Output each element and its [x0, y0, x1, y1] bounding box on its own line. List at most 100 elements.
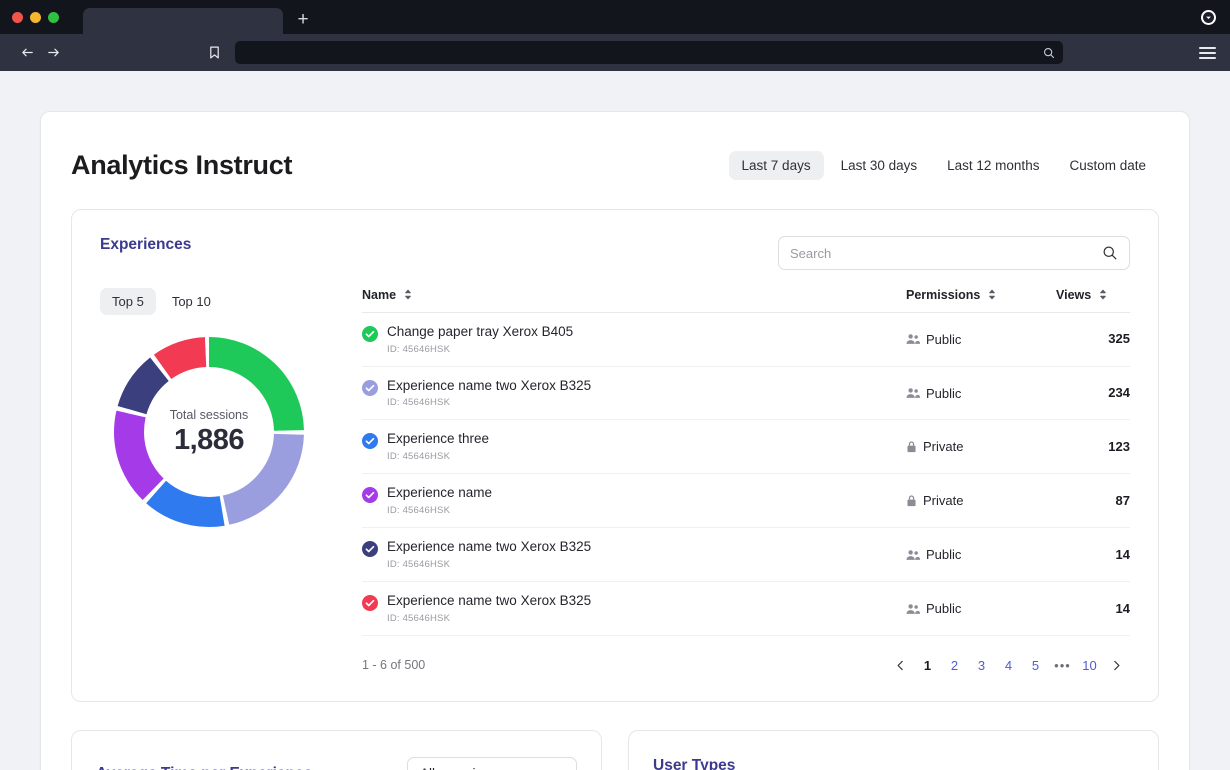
table-row[interactable]: Change paper tray Xerox B405 ID: 45646HS…: [362, 312, 1130, 367]
range-tab-last-12-months[interactable]: Last 12 months: [934, 151, 1052, 180]
experience-name: Experience name two Xerox B325: [387, 539, 592, 555]
permission-badge: Public: [906, 332, 1056, 347]
url-bar[interactable]: [235, 41, 1063, 64]
experience-name-cell: Experience name two Xerox B325 ID: 45646…: [362, 593, 906, 624]
column-header-views[interactable]: Views: [1056, 288, 1130, 313]
column-header-name[interactable]: Name: [362, 288, 906, 313]
permission-label: Public: [926, 331, 962, 347]
forward-arrow-icon[interactable]: [40, 40, 66, 66]
pagination-controls: 1 2 3 4 5 ••• 10: [887, 652, 1130, 679]
status-check-icon: [362, 487, 378, 504]
table-row[interactable]: Experience name ID: 45646HSK Private 87: [362, 473, 1130, 529]
pagination-page-2[interactable]: 2: [941, 652, 968, 679]
maximize-window-button[interactable]: [48, 11, 59, 23]
experience-name: Change paper tray Xerox B405: [387, 323, 574, 339]
toggle-top-10[interactable]: Top 10: [160, 288, 223, 315]
search-input[interactable]: [790, 245, 1094, 261]
experience-name-cell: Experience three ID: 45646HSK: [362, 431, 906, 462]
experiences-card-body: Top 5 Top 10 Total sessions 1,886 Name P…: [100, 288, 1130, 679]
table-row[interactable]: Experience name two Xerox B325 ID: 45646…: [362, 581, 1130, 636]
range-tab-last-30-days[interactable]: Last 30 days: [828, 151, 931, 180]
status-check-icon: [362, 595, 378, 612]
cell-views: 123: [1056, 419, 1130, 475]
permission-badge: Public: [906, 601, 1056, 616]
minimize-window-button[interactable]: [30, 11, 41, 23]
permission-badge: Public: [906, 386, 1056, 401]
browser-tab-bar: +: [0, 0, 1230, 34]
table-row[interactable]: Experience name two Xerox B325 ID: 45646…: [362, 527, 1130, 583]
hamburger-menu-icon[interactable]: [1199, 46, 1216, 59]
permission-badge: Private: [906, 493, 1056, 508]
status-check-icon: [362, 325, 378, 342]
table-row[interactable]: Experience three ID: 45646HSK Private 12…: [362, 419, 1130, 475]
pagination-page-3[interactable]: 3: [968, 652, 995, 679]
sort-icon[interactable]: [988, 289, 996, 303]
experience-name: Experience name two Xerox B325: [387, 593, 592, 609]
range-tab-custom-date[interactable]: Custom date: [1056, 151, 1159, 180]
page-header: Analytics Instruct Last 7 days Last 30 d…: [71, 112, 1159, 181]
people-icon: [906, 387, 920, 399]
cell-permission: Public: [906, 366, 1056, 421]
column-header-permissions-label: Permissions: [906, 288, 981, 302]
page-viewport: Analytics Instruct Last 7 days Last 30 d…: [0, 71, 1230, 770]
new-tab-button[interactable]: +: [290, 8, 316, 34]
cell-views: 14: [1056, 581, 1130, 636]
range-tab-last-7-days[interactable]: Last 7 days: [728, 151, 824, 180]
cell-name: Experience name two Xerox B325 ID: 45646…: [362, 581, 906, 636]
experience-id: ID: 45646HSK: [387, 397, 451, 409]
back-arrow-icon[interactable]: [14, 40, 40, 66]
chevron-right-icon[interactable]: [1103, 652, 1130, 679]
chevron-down-icon[interactable]: [549, 766, 564, 770]
chevron-left-icon[interactable]: [887, 652, 914, 679]
experience-filter-select[interactable]: All experiences: [407, 756, 577, 770]
average-time-title: Average Time per Experience: [96, 765, 312, 770]
table-row[interactable]: Experience name two Xerox B325 ID: 45646…: [362, 366, 1130, 421]
permission-label: Public: [926, 385, 962, 401]
experience-name-cell: Experience name ID: 45646HSK: [362, 485, 906, 516]
tab-bar-actions: [1201, 0, 1220, 34]
browser-window: + Analytics Instruct Last 7 days Last 30…: [0, 0, 1230, 770]
search-icon[interactable]: [1102, 245, 1118, 261]
pagination-count: 1 - 6 of 500: [362, 658, 426, 673]
page-title: Analytics Instruct: [71, 150, 293, 180]
status-check-icon: [362, 379, 378, 396]
sessions-donut-chart: Total sessions 1,886: [114, 337, 304, 527]
people-icon: [906, 549, 920, 561]
experience-name: Experience three: [387, 431, 490, 447]
column-header-name-label: Name: [362, 288, 397, 302]
experience-name-cell: Experience name two Xerox B325 ID: 45646…: [362, 539, 906, 570]
browser-tab[interactable]: [83, 8, 283, 34]
download-circle-icon[interactable]: [1201, 9, 1216, 25]
cell-views: 87: [1056, 473, 1130, 529]
cell-name: Experience three ID: 45646HSK: [362, 419, 906, 475]
search-icon[interactable]: [1043, 47, 1055, 59]
toggle-top-5[interactable]: Top 5: [100, 288, 156, 315]
experience-filter-value: All experiences: [420, 766, 512, 770]
experiences-table: Name Permissions Views Change paper tray…: [362, 288, 1130, 636]
cell-name: Change paper tray Xerox B405 ID: 45646HS…: [362, 312, 906, 367]
pagination-page-10[interactable]: 10: [1076, 652, 1103, 679]
experiences-title: Experiences: [100, 236, 192, 253]
people-icon: [906, 333, 920, 345]
pagination-page-4[interactable]: 4: [995, 652, 1022, 679]
cell-name: Experience name two Xerox B325 ID: 45646…: [362, 527, 906, 583]
experience-name: Experience name two Xerox B325: [387, 377, 592, 393]
pagination-page-1[interactable]: 1: [914, 652, 941, 679]
sort-icon[interactable]: [1099, 289, 1107, 303]
sort-icon[interactable]: [404, 289, 412, 303]
permission-badge: Private: [906, 439, 1056, 454]
user-types-title: User Types: [653, 756, 736, 770]
lock-icon: [906, 440, 917, 453]
lock-icon: [906, 494, 917, 507]
bookmark-icon[interactable]: [208, 45, 221, 60]
donut-center-value: 1,886: [173, 423, 245, 456]
date-range-tabs: Last 7 days Last 30 days Last 12 months …: [728, 151, 1159, 180]
top-n-toggle: Top 5 Top 10: [100, 288, 362, 315]
experiences-search[interactable]: [778, 236, 1130, 270]
close-window-button[interactable]: [12, 11, 23, 23]
column-header-permissions[interactable]: Permissions: [906, 288, 1056, 313]
pagination: 1 - 6 of 500 1 2 3 4 5 ••• 10: [362, 636, 1130, 679]
permission-label: Private: [923, 493, 964, 509]
pagination-page-5[interactable]: 5: [1022, 652, 1049, 679]
experience-name-cell: Change paper tray Xerox B405 ID: 45646HS…: [362, 324, 906, 355]
